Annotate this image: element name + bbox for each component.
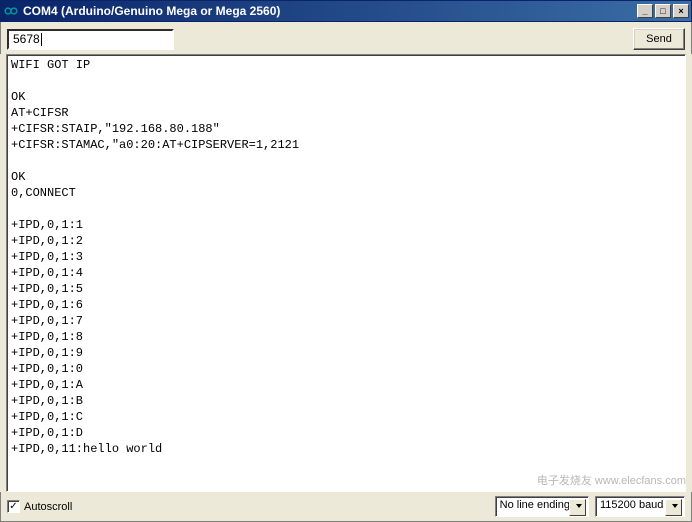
arduino-icon xyxy=(3,3,19,19)
console-line: +IPD,0,1:4 xyxy=(11,265,681,281)
console-line: OK xyxy=(11,169,681,185)
line-ending-select[interactable]: No line ending xyxy=(495,496,589,517)
window-controls: _ □ × xyxy=(637,4,689,18)
autoscroll-label: Autoscroll xyxy=(24,501,72,513)
chevron-down-icon xyxy=(672,504,678,508)
console-line: +IPD,0,1:1 xyxy=(11,217,681,233)
console-line: +IPD,0,1:C xyxy=(11,409,681,425)
console-line: +IPD,0,1:B xyxy=(11,393,681,409)
console-line: +IPD,0,1:A xyxy=(11,377,681,393)
autoscroll-checkbox[interactable]: ✓ xyxy=(7,500,20,513)
console-line: +IPD,0,1:D xyxy=(11,425,681,441)
minimize-button[interactable]: _ xyxy=(637,4,653,18)
footer-row: ✓ Autoscroll No line ending 115200 baud xyxy=(0,492,692,522)
autoscroll-checkbox-wrap[interactable]: ✓ Autoscroll xyxy=(7,500,489,513)
baud-select[interactable]: 115200 baud xyxy=(595,496,685,517)
console-line: +IPD,0,1:6 xyxy=(11,297,681,313)
console-line: 0,CONNECT xyxy=(11,185,681,201)
chevron-down-icon xyxy=(576,504,582,508)
console-line: +IPD,0,1:3 xyxy=(11,249,681,265)
console-line: OK xyxy=(11,89,681,105)
console-line: +IPD,0,1:2 xyxy=(11,233,681,249)
console-line: +CIFSR:STAIP,"192.168.80.188" xyxy=(11,121,681,137)
console-line xyxy=(11,153,681,169)
console-line: +IPD,0,1:7 xyxy=(11,313,681,329)
console-line: WIFI GOT IP xyxy=(11,57,681,73)
console-line xyxy=(11,73,681,89)
console-line: +IPD,0,1:5 xyxy=(11,281,681,297)
console-line xyxy=(11,201,681,217)
console-line: AT+CIFSR xyxy=(11,105,681,121)
console-line: +CIFSR:STAMAC,"a0:20:AT+CIPSERVER=1,2121 xyxy=(11,137,681,153)
titlebar: COM4 (Arduino/Genuino Mega or Mega 2560)… xyxy=(0,0,692,22)
baud-value: 115200 baud xyxy=(600,499,663,511)
serial-output[interactable]: WIFI GOT IP OKAT+CIFSR+CIFSR:STAIP,"192.… xyxy=(6,54,686,492)
window-title: COM4 (Arduino/Genuino Mega or Mega 2560) xyxy=(23,4,637,18)
console-line: +IPD,0,1:8 xyxy=(11,329,681,345)
console-line: +IPD,0,1:9 xyxy=(11,345,681,361)
console-line: +IPD,0,11:hello world xyxy=(11,441,681,457)
send-button[interactable]: Send xyxy=(633,28,685,50)
maximize-button[interactable]: □ xyxy=(655,4,671,18)
input-row: Send xyxy=(0,22,692,54)
console-line: +IPD,0,1:0 xyxy=(11,361,681,377)
close-button[interactable]: × xyxy=(673,4,689,18)
serial-input[interactable] xyxy=(7,29,174,50)
line-ending-value: No line ending xyxy=(500,499,570,511)
